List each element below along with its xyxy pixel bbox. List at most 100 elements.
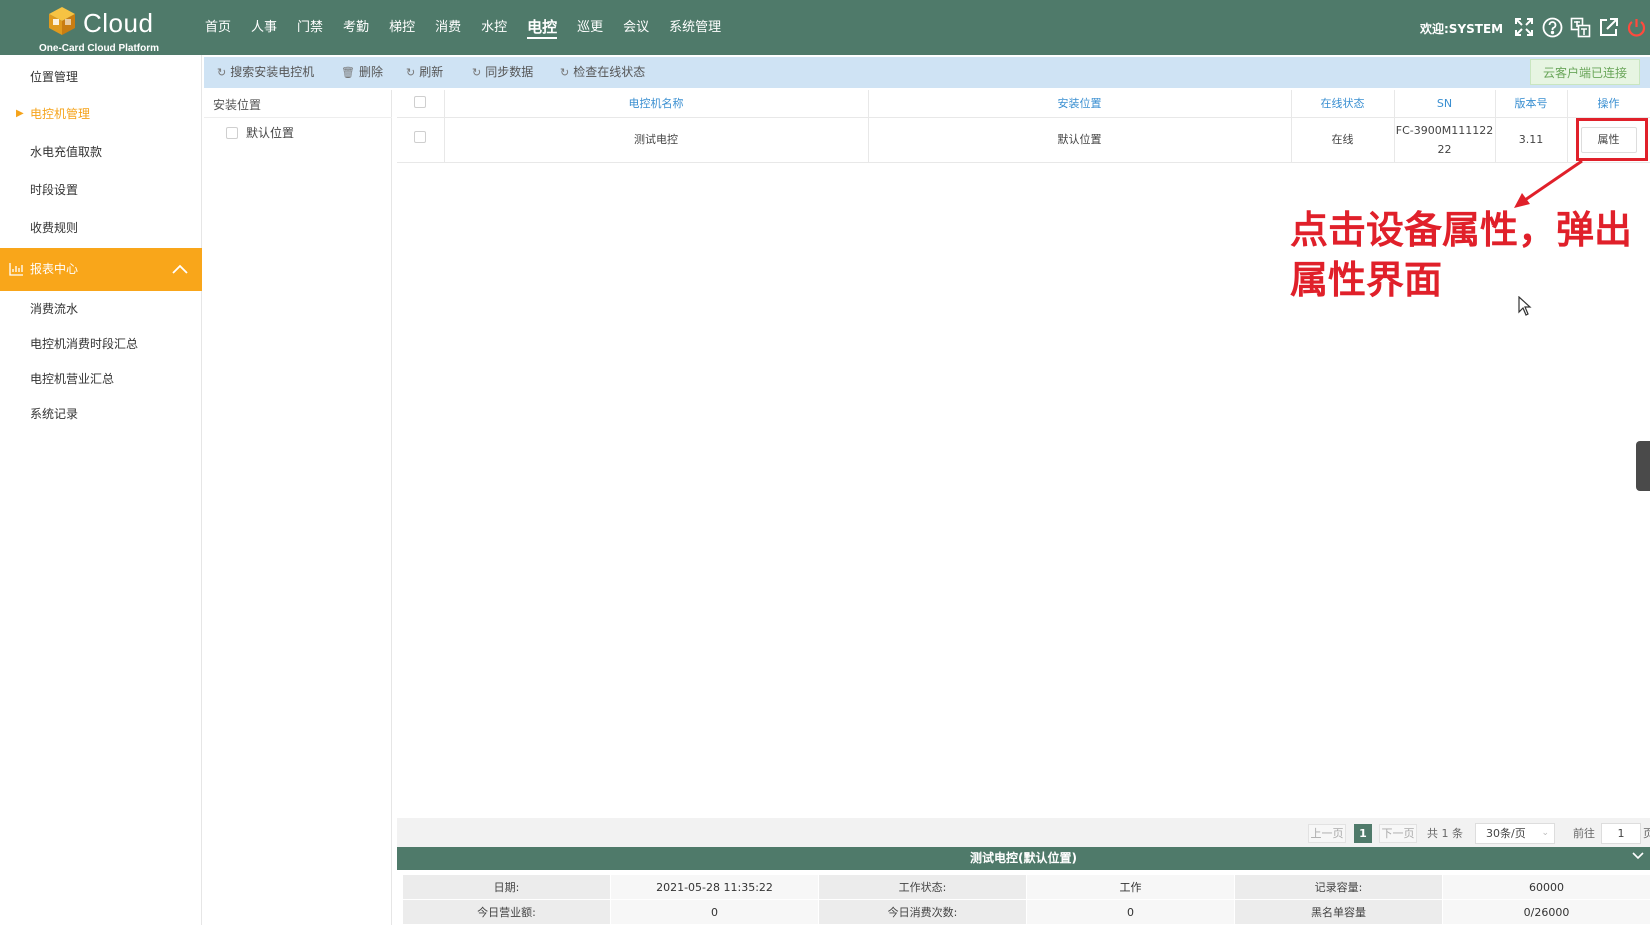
cell-version: 3.11 — [1495, 117, 1568, 163]
external-link-icon[interactable] — [1597, 16, 1619, 38]
cell-location: 默认位置 — [868, 117, 1292, 163]
location-tree: 安装位置 默认位置 — [204, 90, 392, 925]
sidebar-section-reports[interactable]: 报表中心 — [0, 248, 202, 291]
row-select-cell — [397, 117, 445, 163]
sidebar-item-label: 水电充值取款 — [30, 145, 103, 159]
row-checkbox[interactable] — [414, 131, 427, 143]
help-icon[interactable] — [1541, 16, 1563, 38]
main-nav: 首页 人事 门禁 考勤 梯控 消费 水控 电控 巡更 会议 系统管理 — [205, 0, 741, 55]
sidebar-item-consumption-log[interactable]: 消费流水 — [0, 292, 202, 326]
welcome-text: 欢迎:SYSTEM — [1420, 22, 1504, 36]
chevron-down-icon[interactable] — [1632, 852, 1644, 860]
prev-page-button[interactable]: 上一页 — [1308, 824, 1346, 843]
nav-consumption[interactable]: 消费 — [435, 0, 461, 55]
sidebar-section-label: 报表中心 — [30, 262, 79, 276]
record-capacity-value: 60000 — [1442, 874, 1650, 900]
pagination: 上一页 1 下一页 共 1 条 30条/页 ⌄ 前往 1 页 — [397, 818, 1650, 847]
refresh-small-icon: ↻ — [472, 66, 482, 79]
goto-page-input[interactable]: 1 — [1601, 823, 1641, 844]
nav-personnel[interactable]: 人事 — [251, 0, 277, 55]
detail-row: 今日营业额: 0 今日消费次数: 0 黑名单容量 0/26000 — [402, 899, 1650, 925]
blacklist-capacity-value: 0/26000 — [1442, 899, 1650, 925]
caret-right-icon: ▶ — [16, 108, 24, 119]
sidebar-item-label: 位置管理 — [30, 70, 79, 84]
page-size-select[interactable]: 30条/页 ⌄ — [1475, 823, 1555, 844]
check-online-button[interactable]: ↻ 检查在线状态 — [560, 57, 645, 88]
sidebar-item-business-summary[interactable]: 电控机营业汇总 — [0, 362, 202, 396]
panel-toggle-handle[interactable] — [1636, 441, 1650, 491]
trash-icon: 🗑 — [341, 66, 355, 79]
fullscreen-icon[interactable] — [1513, 16, 1535, 38]
nav-home[interactable]: 首页 — [205, 0, 231, 55]
select-all-cell — [397, 90, 445, 118]
nav-patrol[interactable]: 巡更 — [577, 0, 603, 55]
work-status-label: 工作状态: — [818, 874, 1027, 900]
sidebar-item-label: 电控机消费时段汇总 — [30, 337, 139, 351]
column-header-version[interactable]: 版本号 — [1495, 90, 1568, 118]
cell-sn: FC-3900M111122 22 — [1394, 117, 1496, 163]
sidebar-item-period-summary[interactable]: 电控机消费时段汇总 — [0, 327, 202, 361]
cell-name: 测试电控 — [444, 117, 869, 163]
refresh-small-icon: ↻ — [406, 66, 416, 79]
sidebar-item-location[interactable]: 位置管理 — [0, 60, 202, 94]
nav-meeting[interactable]: 会议 — [623, 0, 649, 55]
record-capacity-label: 记录容量: — [1234, 874, 1443, 900]
tree-node-default[interactable]: 默认位置 — [226, 124, 294, 141]
detail-table: 日期: 2021-05-28 11:35:22 工作状态: 工作 记录容量: 6… — [402, 874, 1650, 925]
column-header-location[interactable]: 安装位置 — [868, 90, 1292, 118]
sync-data-button[interactable]: ↻ 同步数据 — [472, 57, 533, 88]
detail-header[interactable]: 测试电控(默认位置) — [397, 847, 1650, 870]
search-install-button[interactable]: ↻ 搜索安装电控机 — [217, 57, 314, 88]
nav-attendance[interactable]: 考勤 — [343, 0, 369, 55]
app-logo[interactable]: Cloud One-Card Cloud Platform — [39, 4, 175, 54]
next-page-button[interactable]: 下一页 — [1379, 824, 1417, 843]
select-all-checkbox[interactable] — [414, 95, 427, 108]
sidebar-item-meter-management[interactable]: ▶ 电控机管理 — [0, 97, 202, 131]
detail-row: 日期: 2021-05-28 11:35:22 工作状态: 工作 记录容量: 6… — [402, 874, 1650, 900]
top-header: Cloud One-Card Cloud Platform 首页 人事 门禁 考… — [0, 0, 1650, 55]
detail-title: 测试电控(默认位置) — [970, 851, 1077, 865]
column-header-sn[interactable]: SN — [1394, 90, 1496, 118]
toolbar: ↻ 搜索安装电控机 🗑 删除 ↻ 刷新 ↻ 同步数据 ↻ 检查在线状态 — [204, 57, 1650, 88]
table-row[interactable]: 测试电控 默认位置 在线 FC-3900M111122 22 3.11 属性 — [397, 117, 1650, 163]
sidebar-item-charge-rules[interactable]: 收费规则 — [0, 211, 202, 245]
annotation-arrow-icon — [1514, 160, 1583, 208]
page-suffix: 页 — [1643, 827, 1650, 840]
sidebar-item-label: 电控机营业汇总 — [30, 372, 115, 386]
cell-status: 在线 — [1291, 117, 1395, 163]
tree-node-checkbox[interactable] — [226, 126, 238, 139]
language-icon[interactable] — [1569, 16, 1591, 38]
nav-access-control[interactable]: 门禁 — [297, 0, 323, 55]
bar-chart-icon — [9, 263, 23, 276]
nav-system[interactable]: 系统管理 — [669, 0, 721, 55]
app-brand: Cloud — [83, 8, 154, 38]
table-header-row: 电控机名称 安装位置 在线状态 SN 版本号 操作 — [397, 90, 1650, 118]
header-icons — [1513, 16, 1647, 38]
date-value: 2021-05-28 11:35:22 — [610, 874, 819, 900]
sidebar-item-label: 系统记录 — [30, 407, 79, 421]
nav-elevator[interactable]: 梯控 — [389, 0, 415, 55]
goto-label: 前往 — [1573, 827, 1595, 840]
annotation-text: 点击设备属性，弹出 属性界面 — [1290, 208, 1633, 302]
refresh-button[interactable]: ↻ 刷新 — [406, 57, 443, 88]
delete-button[interactable]: 🗑 删除 — [341, 57, 383, 88]
sidebar-item-label: 消费流水 — [30, 302, 79, 316]
page-1-button[interactable]: 1 — [1354, 824, 1372, 843]
sidebar-item-recharge[interactable]: 水电充值取款 — [0, 135, 202, 169]
cloud-status-badge[interactable]: 云客户端已连接 — [1530, 59, 1640, 85]
today-revenue-label: 今日营业额: — [402, 899, 611, 925]
mouse-cursor-icon — [1518, 296, 1532, 316]
tree-title: 安装位置 — [213, 98, 262, 112]
power-icon[interactable] — [1625, 16, 1647, 38]
column-header-status[interactable]: 在线状态 — [1291, 90, 1395, 118]
work-status-value: 工作 — [1026, 874, 1235, 900]
sidebar-item-system-log[interactable]: 系统记录 — [0, 397, 202, 431]
nav-water-control[interactable]: 水控 — [481, 0, 507, 55]
sidebar-item-label: 电控机管理 — [30, 107, 91, 121]
nav-electric-control[interactable]: 电控 — [527, 0, 558, 55]
chevron-down-icon: ⌄ — [1541, 828, 1549, 838]
highlight-box — [1576, 118, 1648, 161]
column-header-name[interactable]: 电控机名称 — [444, 90, 869, 118]
refresh-small-icon: ↻ — [560, 66, 570, 79]
sidebar-item-time-period[interactable]: 时段设置 — [0, 173, 202, 207]
